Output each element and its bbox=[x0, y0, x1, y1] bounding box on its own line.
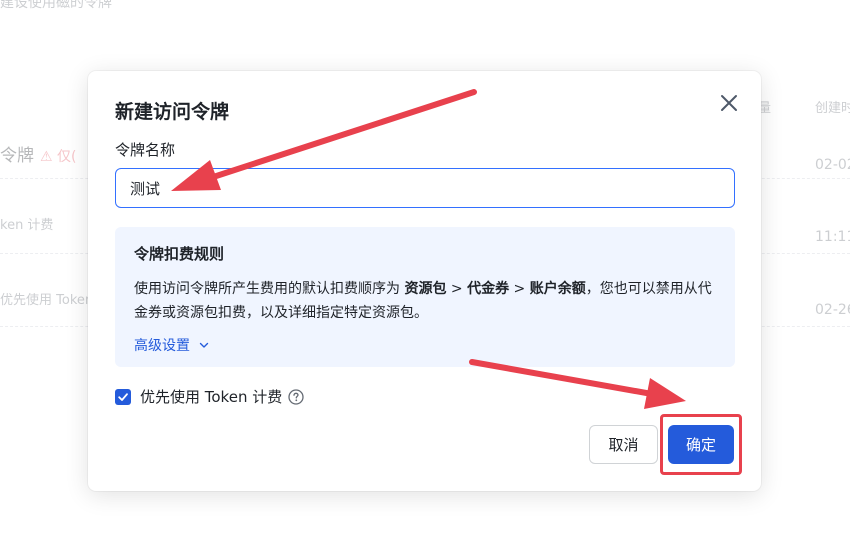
billing-rules-panel: 令牌扣费规则 使用访问令牌所产生费用的默认扣费顺序为 资源包 > 代金券 > 账… bbox=[115, 227, 735, 367]
bg-column-created: 创建时 bbox=[815, 101, 850, 116]
close-button[interactable] bbox=[718, 92, 740, 114]
bg-row-fragment-2: 优先使用 Token bbox=[0, 293, 94, 308]
confirm-button[interactable]: 确定 bbox=[668, 425, 734, 464]
bg-warning-fragment: ⚠ 仅( bbox=[40, 149, 77, 165]
dialog-title: 新建访问令牌 bbox=[115, 101, 230, 123]
prefer-token-label: 优先使用 Token 计费 bbox=[140, 388, 283, 406]
token-name-input[interactable] bbox=[115, 168, 735, 208]
order-voucher: 代金券 bbox=[467, 281, 510, 297]
billing-rules-description: 使用访问令牌所产生费用的默认扣费顺序为 资源包 > 代金券 > 账户余额，您也可… bbox=[134, 281, 712, 321]
advanced-settings-link[interactable]: 高级设置 bbox=[134, 335, 210, 355]
bg-title-fragment: 建设使用磁的令牌 bbox=[0, 0, 112, 11]
prefer-token-checkbox[interactable] bbox=[115, 388, 131, 405]
prefer-token-billing-option[interactable]: 优先使用 Token 计费 bbox=[115, 386, 304, 407]
token-name-label: 令牌名称 bbox=[115, 141, 176, 159]
advanced-settings-label: 高级设置 bbox=[134, 338, 190, 354]
help-icon[interactable] bbox=[288, 388, 304, 405]
bg-row-fragment-1: ken 计费 bbox=[0, 218, 54, 233]
bg-token-fragment: 令牌 ⚠ 仅( bbox=[0, 146, 77, 166]
cancel-button[interactable]: 取消 bbox=[589, 425, 658, 464]
order-resource-pack: 资源包 bbox=[404, 281, 447, 297]
bg-date-1: 02-02 bbox=[815, 157, 850, 173]
new-token-dialog: 新建访问令牌 令牌名称 令牌扣费规则 使用访问令牌所产生费用的默认扣费顺序为 资… bbox=[88, 71, 761, 491]
check-icon bbox=[118, 392, 128, 401]
bg-date-3: 02-26 bbox=[815, 302, 850, 318]
order-balance: 账户余额 bbox=[529, 281, 586, 297]
chevron-down-icon bbox=[199, 342, 209, 348]
bg-date-2: 11:11 bbox=[815, 229, 850, 245]
billing-rules-title: 令牌扣费规则 bbox=[134, 245, 225, 263]
close-icon bbox=[721, 95, 737, 111]
